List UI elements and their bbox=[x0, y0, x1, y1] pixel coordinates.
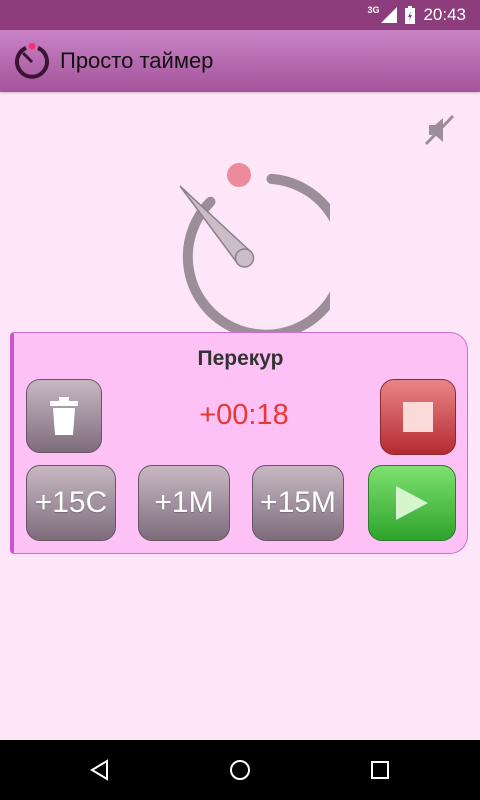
home-button[interactable] bbox=[222, 752, 258, 788]
add-1m-button[interactable]: +1М bbox=[138, 465, 230, 541]
back-icon bbox=[90, 759, 108, 781]
status-bar: 3G 20:43 bbox=[0, 0, 480, 30]
dial-arc bbox=[182, 173, 349, 340]
dial-indicator bbox=[227, 163, 251, 187]
elapsed-time: +00:18 bbox=[199, 399, 289, 431]
stop-button[interactable] bbox=[380, 379, 456, 455]
clock: 20:43 bbox=[423, 5, 466, 24]
network-type: 3G bbox=[367, 5, 380, 15]
add-15s-button[interactable]: +15С bbox=[26, 465, 116, 541]
mute-button[interactable] bbox=[420, 110, 460, 150]
timer-name: Перекур bbox=[197, 347, 284, 370]
timer-dial bbox=[150, 160, 349, 340]
delete-button[interactable] bbox=[26, 379, 102, 453]
home-icon bbox=[230, 760, 250, 780]
play-button[interactable] bbox=[368, 465, 456, 541]
app-title: Просто таймер bbox=[60, 48, 214, 73]
stop-icon bbox=[403, 402, 433, 432]
signal-icon bbox=[381, 7, 398, 23]
play-icon bbox=[396, 486, 428, 520]
recents-button[interactable] bbox=[362, 752, 398, 788]
action-bar: Просто таймер bbox=[0, 30, 480, 92]
battery-icon bbox=[405, 6, 416, 24]
mute-icon bbox=[424, 114, 455, 146]
app-logo-icon bbox=[15, 43, 49, 79]
add-15m-button[interactable]: +15М bbox=[252, 465, 344, 541]
navigation-bar bbox=[0, 740, 480, 800]
recents-icon bbox=[371, 761, 389, 779]
timer-card: Перекур +00:18 +15С +1М +15М bbox=[10, 332, 468, 554]
back-button[interactable] bbox=[82, 752, 118, 788]
trash-icon bbox=[50, 397, 78, 435]
